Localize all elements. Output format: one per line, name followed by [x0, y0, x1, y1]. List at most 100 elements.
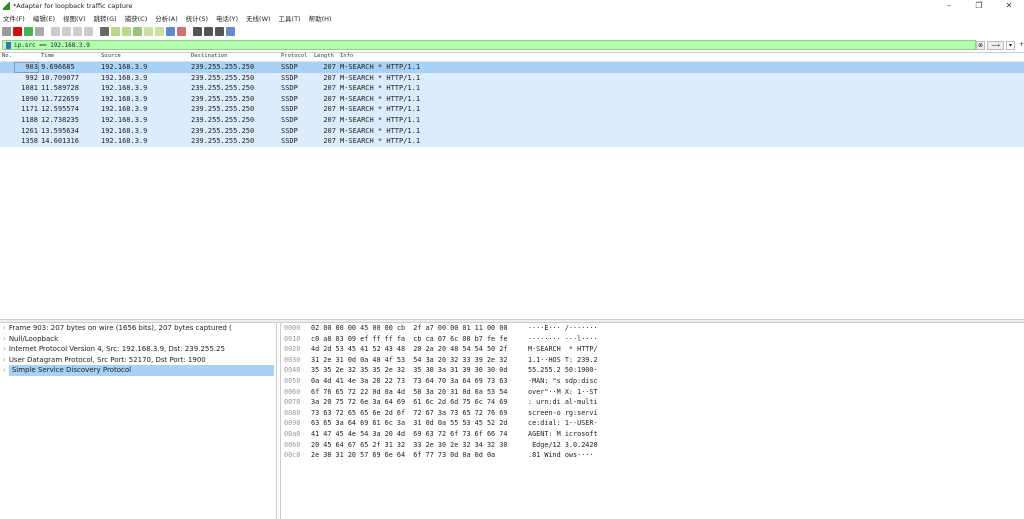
find-icon[interactable] — [100, 26, 109, 36]
packet-row[interactable]: 1358 14.601316 192.168.3.9 239.255.255.250 S… — [0, 136, 1024, 147]
menu-item[interactable]: 编辑(E) — [33, 13, 55, 23]
detail-tree-item[interactable]: Simple Service Discovery Protocol — [8, 365, 274, 376]
resize-columns-icon[interactable] — [226, 26, 235, 36]
cell-length: 207 — [323, 73, 336, 82]
last-packet-icon[interactable] — [155, 26, 164, 36]
expand-arrow-icon[interactable]: › — [3, 356, 6, 364]
hex-bytes[interactable]: 3a 20 75 72 6e 3a 64 69 61 6c 2d 6d 75 6… — [311, 397, 507, 408]
apply-filter-button[interactable]: ⟶ — [987, 40, 1004, 50]
cell-source: 192.168.3.9 — [101, 94, 148, 103]
hex-offset: 00a0 — [284, 429, 301, 438]
hex-bytes[interactable]: 31 2e 31 0d 0a 48 4f 53 54 3a 20 32 33 3… — [311, 355, 507, 366]
col-source[interactable]: Source — [101, 53, 121, 59]
hex-ascii[interactable]: 55.255.2 50:1900· — [528, 365, 598, 376]
hex-bytes[interactable]: 4d 2d 53 45 41 52 43 48 20 2a 20 48 54 5… — [311, 344, 507, 355]
packet-row[interactable]: 1261 13.595634 192.168.3.9 239.255.255.250 S… — [0, 125, 1024, 137]
clear-filter-button[interactable]: ⊗ — [976, 40, 985, 50]
menu-item[interactable]: 跳转(G) — [94, 13, 117, 23]
hex-bytes[interactable]: 41 47 45 4e 54 3a 20 4d 69 63 72 6f 73 6… — [311, 429, 507, 440]
hex-ascii[interactable]: ·MAN: "s sdp:disc — [528, 376, 598, 387]
hex-ascii[interactable]: 1.1··HOS T: 239.2 — [528, 355, 598, 366]
detail-tree-item[interactable]: › Null/Loopback — [0, 334, 276, 345]
hex-bytes[interactable]: c0 a8 03 09 ef ff ff fa cb ca 07 6c 00 b… — [311, 334, 507, 345]
menu-item[interactable]: 统计(S) — [186, 13, 208, 23]
col-protocol[interactable]: Protocol — [281, 53, 308, 59]
zoom-out-icon[interactable] — [204, 26, 213, 36]
cell-protocol: SSDP — [281, 84, 298, 93]
packet-row[interactable]: 1171 12.595574 192.168.3.9 239.255.255.250 S… — [0, 104, 1024, 115]
packet-row[interactable]: 1081 11.589728 192.168.3.9 239.255.255.250 S… — [0, 83, 1024, 94]
expand-arrow-icon[interactable]: › — [3, 324, 6, 332]
hex-bytes[interactable]: 6f 76 65 72 22 0d 0a 4d 58 3a 20 31 0d 0… — [311, 387, 507, 398]
hex-ascii[interactable]: ········ ···l···· — [528, 334, 598, 345]
packet-row[interactable]: 992 10.709077 192.168.3.9 239.255.255.250 SS… — [0, 72, 1024, 84]
filter-text[interactable]: ip.src == 192.168.3.9 — [14, 42, 90, 49]
bookmark-icon[interactable] — [6, 41, 11, 49]
shark-fin-start-icon[interactable] — [2, 26, 11, 36]
save-icon[interactable] — [62, 26, 71, 36]
packet-row[interactable]: 903 9.696685 192.168.3.9 239.255.255.250 SSD… — [0, 62, 1024, 73]
reload-icon[interactable] — [84, 26, 93, 36]
hex-bytes[interactable]: 35 35 2e 32 35 35 2e 32 35 30 3a 31 39 3… — [311, 365, 507, 376]
hex-bytes[interactable]: 02 00 00 00 45 00 00 cb 2f a7 00 00 01 1… — [311, 323, 507, 334]
back-icon[interactable] — [111, 26, 120, 36]
expand-arrow-icon[interactable]: › — [3, 345, 6, 353]
hex-ascii[interactable]: screen-o rg:servi — [528, 408, 598, 419]
packet-row[interactable]: 1090 11.722659 192.168.3.9 239.255.255.250 S… — [0, 93, 1024, 105]
colorize-icon[interactable] — [177, 26, 186, 36]
open-file-icon[interactable] — [51, 26, 60, 36]
restart-icon[interactable] — [24, 26, 33, 36]
col-no[interactable]: No. — [2, 53, 12, 59]
menu-item[interactable]: 文件(F) — [3, 13, 25, 23]
hex-ascii[interactable]: M-SEARCH * HTTP/ — [528, 344, 598, 355]
display-filter-input[interactable]: ip.src == 192.168.3.9 — [2, 40, 976, 50]
filter-history-dropdown[interactable]: ▾ — [1006, 40, 1015, 50]
menu-item[interactable]: 分析(A) — [155, 13, 178, 23]
cell-source: 192.168.3.9 — [101, 137, 148, 146]
menu-item[interactable]: 工具(T) — [279, 13, 301, 23]
detail-tree-item[interactable]: › Internet Protocol Version 4, Src: 192.1… — [0, 344, 276, 355]
expand-arrow-icon[interactable]: › — [3, 335, 6, 343]
hex-bytes[interactable]: 73 63 72 65 65 6e 2d 6f 72 67 3a 73 65 7… — [311, 408, 507, 419]
col-time[interactable]: Time — [41, 53, 54, 59]
go-to-packet-icon[interactable] — [133, 26, 142, 36]
hex-bytes[interactable]: 2e 38 31 20 57 69 6e 64 6f 77 73 0d 0a 0… — [311, 450, 495, 461]
col-info[interactable]: Info — [340, 53, 353, 59]
add-filter-button[interactable]: + — [1017, 41, 1024, 50]
forward-icon[interactable] — [122, 26, 131, 36]
hex-ascii[interactable]: .81 Wind ows···· — [528, 450, 593, 461]
expand-arrow-icon[interactable]: › — [3, 366, 6, 374]
hex-ascii[interactable]: over"··M X: 1··ST — [528, 387, 598, 398]
cell-source: 192.168.3.9 — [101, 73, 148, 82]
hex-offset: 0070 — [284, 398, 301, 407]
menu-item[interactable]: 捕获(C) — [125, 13, 148, 23]
hex-ascii[interactable]: ce:dial: 1··USER- — [528, 418, 598, 429]
hex-ascii[interactable]: AGENT: M icrosoft — [528, 429, 598, 440]
first-packet-icon[interactable] — [144, 26, 153, 36]
hex-bytes[interactable]: 0a 4d 41 4e 3a 20 22 73 73 64 70 3a 64 6… — [311, 376, 507, 387]
menu-item[interactable]: 电话(Y) — [216, 13, 238, 23]
options-gear-icon[interactable] — [35, 26, 44, 36]
close-button[interactable]: ✕ — [994, 0, 1024, 12]
minimize-button[interactable]: – — [934, 0, 964, 12]
menu-item[interactable]: 帮助(H) — [309, 13, 332, 23]
detail-tree-item[interactable]: › User Datagram Protocol, Src Port: 52170… — [0, 355, 276, 366]
maximize-button[interactable]: ❐ — [964, 0, 994, 12]
menu-item[interactable]: 无线(W) — [246, 13, 271, 23]
detail-tree-item[interactable]: › Frame 903: 207 bytes on wire (1656 bits… — [0, 323, 276, 334]
zoom-reset-icon[interactable] — [215, 26, 224, 36]
packet-row[interactable]: 1188 12.738235 192.168.3.9 239.255.255.250 S… — [0, 114, 1024, 126]
autoscroll-icon[interactable] — [166, 26, 175, 36]
zoom-in-icon[interactable] — [193, 26, 202, 36]
hex-ascii[interactable]: ····E··· /······· — [528, 323, 598, 334]
hex-ascii[interactable]: Edge/12 3.0.2420 — [528, 440, 598, 451]
col-length[interactable]: Length — [314, 53, 334, 59]
close-file-icon[interactable] — [73, 26, 82, 36]
hex-bytes[interactable]: 20 45 64 67 65 2f 31 32 33 2e 30 2e 32 3… — [311, 440, 507, 451]
hex-ascii[interactable]: : urn:di al-multi — [528, 397, 598, 408]
col-destination[interactable]: Destination — [191, 53, 227, 59]
hex-bytes[interactable]: 63 65 3a 64 69 61 6c 3a 31 0d 0a 55 53 4… — [311, 418, 507, 429]
menu-item[interactable]: 视图(V) — [63, 13, 86, 23]
cell-source: 192.168.3.9 — [101, 126, 148, 135]
stop-icon[interactable] — [13, 26, 22, 36]
